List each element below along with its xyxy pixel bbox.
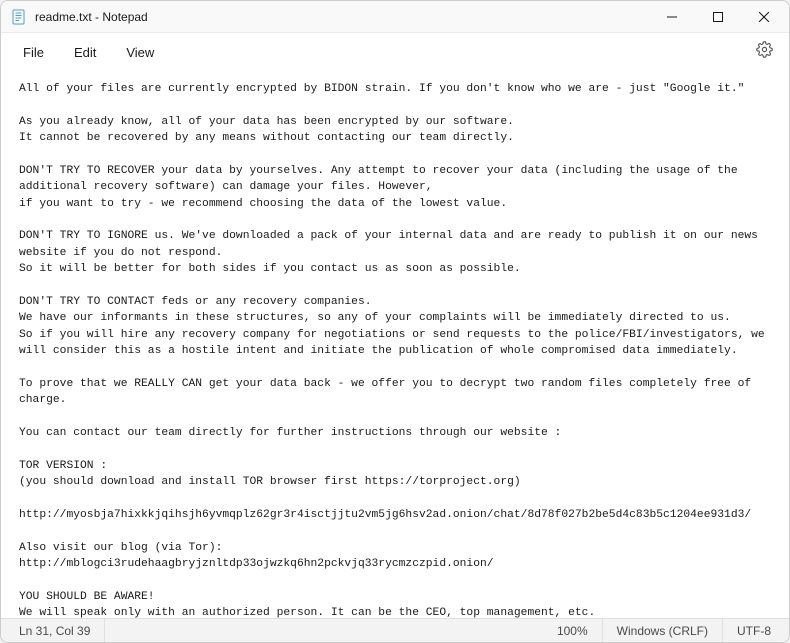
window-controls	[649, 1, 787, 32]
close-button[interactable]	[741, 1, 787, 32]
statusbar: Ln 31, Col 39 100% Windows (CRLF) UTF-8	[1, 618, 789, 642]
status-line-ending: Windows (CRLF)	[603, 619, 723, 642]
maximize-button[interactable]	[695, 1, 741, 32]
menu-edit[interactable]: Edit	[60, 39, 110, 66]
gear-icon	[756, 41, 773, 63]
menu-view[interactable]: View	[112, 39, 168, 66]
titlebar: readme.txt - Notepad	[1, 1, 789, 33]
menu-file[interactable]: File	[9, 39, 58, 66]
status-zoom[interactable]: 100%	[543, 619, 603, 642]
text-content[interactable]: All of your files are currently encrypte…	[1, 71, 789, 618]
notepad-window: readme.txt - Notepad File Edit View	[0, 0, 790, 643]
window-title: readme.txt - Notepad	[35, 10, 649, 24]
minimize-button[interactable]	[649, 1, 695, 32]
settings-button[interactable]	[747, 35, 781, 69]
status-encoding: UTF-8	[723, 619, 785, 642]
menubar: File Edit View	[1, 33, 789, 71]
notepad-app-icon	[11, 9, 27, 25]
status-position: Ln 31, Col 39	[5, 619, 105, 642]
